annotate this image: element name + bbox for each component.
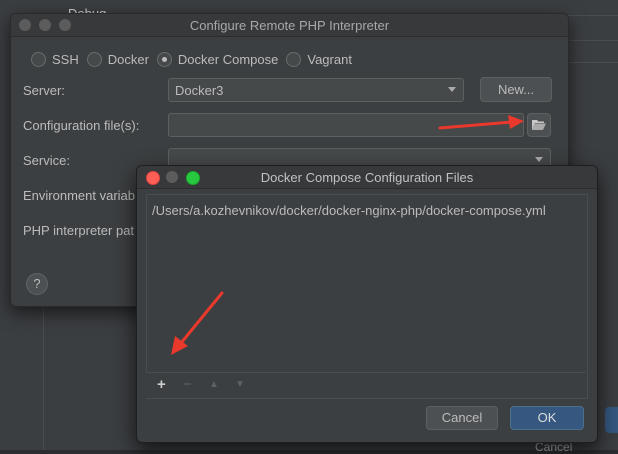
radio-label: Vagrant [307, 52, 352, 67]
server-value: Docker3 [175, 83, 224, 98]
service-label: Service: [23, 153, 70, 168]
radio-circle-checked [156, 52, 172, 67]
server-select[interactable]: Docker3 [168, 78, 464, 102]
list-item[interactable]: /Users/a.kozhevnikov/docker/docker-nginx… [152, 203, 546, 218]
list-toolbar: + − ▲ ▼ [146, 372, 586, 398]
radio-circle [286, 52, 302, 67]
configuration-files-input[interactable] [168, 113, 524, 137]
radio-vagrant[interactable]: Vagrant [286, 52, 352, 67]
ok-button[interactable]: OK [510, 406, 584, 430]
dialog-titlebar: Docker Compose Configuration Files [137, 166, 597, 189]
background-divider [43, 300, 44, 450]
server-label: Server: [23, 83, 65, 98]
move-down-icon[interactable]: ▼ [235, 379, 245, 390]
interpreter-type-radio-group: SSH Docker Docker Compose Vagrant [31, 52, 360, 67]
radio-docker[interactable]: Docker [86, 52, 149, 67]
cancel-button[interactable]: Cancel [426, 406, 498, 430]
dialog-title: Configure Remote PHP Interpreter [189, 18, 390, 33]
radio-docker-compose[interactable]: Docker Compose [156, 52, 279, 67]
dialog-titlebar: Configure Remote PHP Interpreter [11, 14, 568, 37]
radio-circle [31, 52, 46, 67]
add-icon[interactable]: + [157, 376, 166, 393]
environment-variables-label: Environment variab [23, 188, 135, 203]
folder-open-icon [532, 120, 546, 130]
new-server-button[interactable]: New... [480, 77, 552, 102]
move-up-icon[interactable]: ▲ [209, 379, 219, 390]
compose-files-list[interactable]: /Users/a.kozhevnikov/docker/docker-nginx… [146, 194, 588, 399]
radio-circle [86, 52, 102, 67]
remove-icon[interactable]: − [183, 376, 192, 393]
radio-label: SSH [52, 52, 79, 67]
background-ok-button[interactable] [605, 407, 618, 433]
radio-label: Docker Compose [177, 52, 279, 67]
chevron-down-icon [448, 87, 456, 92]
configuration-files-label: Configuration file(s): [23, 118, 140, 133]
radio-ssh[interactable]: SSH [31, 52, 79, 67]
chevron-down-icon [535, 157, 543, 162]
dialog-title: Docker Compose Configuration Files [260, 170, 474, 185]
background-divider [560, 15, 618, 16]
docker-compose-files-dialog: Docker Compose Configuration Files /User… [136, 165, 598, 443]
radio-label: Docker [107, 52, 149, 67]
php-interpreter-path-label: PHP interpreter pat [23, 223, 135, 238]
browse-folder-button[interactable] [527, 113, 551, 137]
help-button[interactable]: ? [26, 273, 48, 295]
